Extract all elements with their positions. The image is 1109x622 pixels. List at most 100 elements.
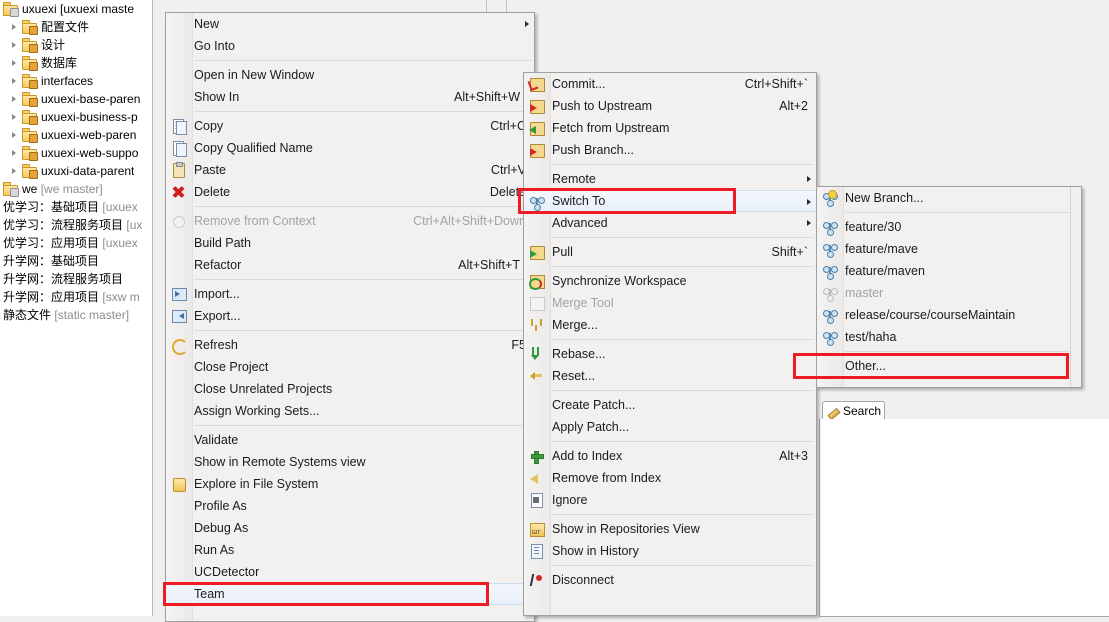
- tree-item[interactable]: interfaces: [0, 72, 152, 90]
- tree-item-project[interactable]: 静态文件 [static master]: [0, 306, 152, 324]
- menu-item-ignore[interactable]: Ignore: [524, 489, 816, 511]
- menu-item-switch-to[interactable]: Switch To: [524, 190, 816, 212]
- tree-item-label: uxuexi-web-paren: [41, 128, 137, 142]
- remove-index-icon: [528, 470, 545, 486]
- menu-item-test-haha[interactable]: test/haha: [817, 326, 1081, 348]
- menu-item-merge[interactable]: Merge...: [524, 314, 816, 336]
- menu-item-label: New Branch...: [845, 191, 924, 205]
- menu-item-pull[interactable]: Pull Shift+`: [524, 241, 816, 263]
- submenu-arrow-icon: [807, 220, 811, 226]
- tree-item-root[interactable]: uxuexi [uxuexi maste: [0, 0, 152, 18]
- tree-item-project[interactable]: 优学习：流程服务项目 [ux: [0, 216, 152, 234]
- copy-icon: [170, 118, 187, 135]
- menu-item-delete[interactable]: Delete Delete: [166, 181, 534, 203]
- tree-item[interactable]: uxuexi-base-paren: [0, 90, 152, 108]
- menu-item-commit[interactable]: Commit... Ctrl+Shift+`: [524, 73, 816, 95]
- menu-item-feature-maven[interactable]: feature/maven: [817, 260, 1081, 282]
- menu-item-release-course-coursemaintain[interactable]: release/course/courseMaintain: [817, 304, 1081, 326]
- menu-item-import[interactable]: Import...: [166, 283, 534, 305]
- menu-item-label: Team: [194, 587, 225, 601]
- tree-item-project[interactable]: 升学网：应用项目 [sxw m: [0, 288, 152, 306]
- expand-arrow-icon[interactable]: [8, 108, 21, 126]
- editor-area[interactable]: [819, 419, 1109, 617]
- menu-item-feature-30[interactable]: feature/30: [817, 216, 1081, 238]
- menu-item-show-in-remote-systems-view[interactable]: Show in Remote Systems view: [166, 451, 534, 473]
- menu-item-validate[interactable]: Validate: [166, 429, 534, 451]
- menu-item-copy-qualified-name[interactable]: Copy Qualified Name: [166, 137, 534, 159]
- menu-item-profile-as[interactable]: Profile As: [166, 495, 534, 517]
- menu-item-disconnect[interactable]: Disconnect: [524, 569, 816, 591]
- menu-item-go-into[interactable]: Go Into: [166, 35, 534, 57]
- menu-item-new-branch[interactable]: New Branch...: [817, 187, 1081, 209]
- menu-item-ucdetector[interactable]: UCDetector: [166, 561, 534, 583]
- expand-arrow-icon[interactable]: [8, 162, 21, 180]
- menu-item-remote[interactable]: Remote: [524, 168, 816, 190]
- project-explorer-panel[interactable]: uxuexi [uxuexi maste 配置文件 设计 数据库 interfaces…: [0, 0, 153, 616]
- expand-arrow-icon[interactable]: [8, 90, 21, 108]
- tree-item-project[interactable]: 优学习：应用项目 [uxuex: [0, 234, 152, 252]
- menu-item-apply-patch[interactable]: Apply Patch...: [524, 416, 816, 438]
- tree-item[interactable]: uxuxi-data-parent: [0, 162, 152, 180]
- menu-item-debug-as[interactable]: Debug As: [166, 517, 534, 539]
- team-submenu[interactable]: Commit... Ctrl+Shift+` Push to Upstream Alt…: [523, 72, 817, 616]
- tree-item-project[interactable]: we [we master]: [0, 180, 152, 198]
- expand-arrow-icon[interactable]: [8, 18, 21, 36]
- tree-item[interactable]: uxuexi-business-p: [0, 108, 152, 126]
- menu-item-build-path[interactable]: Build Path: [166, 232, 534, 254]
- menu-item-show-in[interactable]: Show In Alt+Shift+W: [166, 86, 534, 108]
- menu-item-label: Show in History: [552, 544, 639, 558]
- tree-item-project[interactable]: 升学网：基础项目: [0, 252, 152, 270]
- tree-item[interactable]: 数据库: [0, 54, 152, 72]
- delete-icon: [170, 184, 187, 200]
- menu-item-new[interactable]: New: [166, 13, 534, 35]
- expand-arrow-icon[interactable]: [8, 144, 21, 162]
- menu-item-label: Profile As: [194, 499, 247, 513]
- menu-item-push-branch[interactable]: Push Branch...: [524, 139, 816, 161]
- expand-arrow-icon[interactable]: [8, 126, 21, 144]
- menu-item-add-to-index[interactable]: Add to Index Alt+3: [524, 445, 816, 467]
- tree-item[interactable]: 配置文件: [0, 18, 152, 36]
- menu-item-fetch-from-upstream[interactable]: Fetch from Upstream: [524, 117, 816, 139]
- menu-item-remove-from-index[interactable]: Remove from Index: [524, 467, 816, 489]
- switch-to-submenu[interactable]: New Branch... feature/30 feature/mave featu…: [816, 186, 1082, 388]
- menu-item-synchronize-workspace[interactable]: Synchronize Workspace: [524, 270, 816, 292]
- tree-item[interactable]: 设计: [0, 36, 152, 54]
- expand-arrow-icon[interactable]: [8, 36, 21, 54]
- menu-separator: [552, 565, 814, 566]
- menu-item-reset[interactable]: Reset...: [524, 365, 816, 387]
- menu-item-refactor[interactable]: Refactor Alt+Shift+T: [166, 254, 534, 276]
- menu-item-team[interactable]: Team: [166, 583, 534, 605]
- menu-item-assign-working-sets[interactable]: Assign Working Sets...: [166, 400, 534, 422]
- menu-item-paste[interactable]: Paste Ctrl+V: [166, 159, 534, 181]
- menu-item-push-to-upstream[interactable]: Push to Upstream Alt+2: [524, 95, 816, 117]
- menu-item-explore-in-file-system[interactable]: Explore in File System: [166, 473, 534, 495]
- project-context-menu[interactable]: New Go Into Open in New Window Show In Alt+S…: [165, 12, 535, 622]
- tree-item-project[interactable]: 优学习：基础项目 [uxuex: [0, 198, 152, 216]
- tab-search[interactable]: Search: [822, 401, 885, 420]
- tree-item[interactable]: uxuexi-web-suppo: [0, 144, 152, 162]
- expand-arrow-icon[interactable]: [8, 54, 21, 72]
- folder-icon: [21, 73, 38, 89]
- menu-item-close-project[interactable]: Close Project: [166, 356, 534, 378]
- export-icon: [170, 308, 187, 324]
- tree-item-project[interactable]: 升学网：流程服务项目: [0, 270, 152, 288]
- menu-item-open-in-new-window[interactable]: Open in New Window: [166, 64, 534, 86]
- submenu-scrollbar[interactable]: [1070, 187, 1081, 387]
- tree-item-branch: [uxuex: [102, 236, 138, 250]
- menu-item-refresh[interactable]: Refresh F5: [166, 334, 534, 356]
- tree-item[interactable]: uxuexi-web-paren: [0, 126, 152, 144]
- merge-tool-icon: [528, 295, 545, 311]
- menu-item-export[interactable]: Export...: [166, 305, 534, 327]
- menu-item-show-in-repositories-view[interactable]: Show in Repositories View: [524, 518, 816, 540]
- menu-item-other[interactable]: Other...: [817, 355, 1081, 377]
- expand-arrow-icon[interactable]: [8, 72, 21, 90]
- menu-item-rebase[interactable]: Rebase...: [524, 343, 816, 365]
- menu-item-advanced[interactable]: Advanced: [524, 212, 816, 234]
- tree-item-label: 优学习：流程服务项目 [ux: [3, 218, 143, 232]
- menu-item-feature-mave[interactable]: feature/mave: [817, 238, 1081, 260]
- menu-item-close-unrelated-projects[interactable]: Close Unrelated Projects: [166, 378, 534, 400]
- menu-item-show-in-history[interactable]: Show in History: [524, 540, 816, 562]
- menu-item-run-as[interactable]: Run As: [166, 539, 534, 561]
- menu-item-copy[interactable]: Copy Ctrl+C: [166, 115, 534, 137]
- menu-item-create-patch[interactable]: Create Patch...: [524, 394, 816, 416]
